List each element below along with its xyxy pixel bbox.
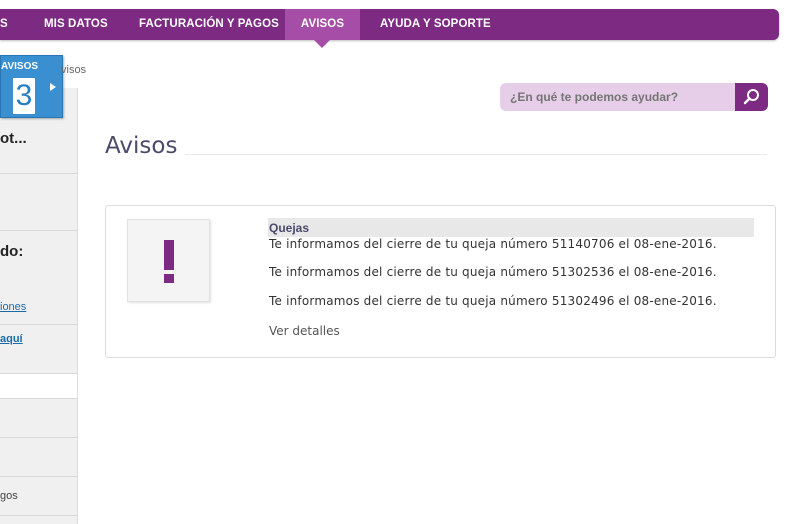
badge-label: AVISOS <box>1 61 39 72</box>
notice-message: Te informamos del cierre de tu queja núm… <box>269 237 717 251</box>
sidebar-item-label: do: <box>0 243 24 260</box>
exclamation-icon <box>127 219 210 302</box>
sidebar-link-aqui[interactable]: aquí <box>0 333 23 345</box>
category-title: Quejas <box>269 221 310 235</box>
sidebar-divider <box>0 476 77 477</box>
nav-item-facturacion[interactable]: FACTURACIÓN Y PAGOS <box>139 9 279 40</box>
breadcrumb[interactable]: visos <box>61 64 86 76</box>
nav-item-avisos[interactable]: AVISOS <box>285 9 360 40</box>
badge-count: 3 <box>13 78 35 114</box>
sidebar-item-pagos[interactable]: gos <box>0 490 18 502</box>
sidebar-divider <box>0 437 77 438</box>
search-button[interactable] <box>735 83 768 111</box>
search-input[interactable] <box>510 83 730 111</box>
avisos-badge[interactable]: AVISOS 3 <box>0 55 63 118</box>
notice-message: Te informamos del cierre de tu queja núm… <box>269 265 717 279</box>
nav-item-partial[interactable]: S <box>0 9 8 40</box>
nav-item-ayuda[interactable]: AYUDA Y SOPORTE <box>380 9 491 40</box>
title-divider <box>185 154 767 155</box>
category-header: Quejas <box>268 218 754 237</box>
sidebar-divider <box>0 230 77 231</box>
sidebar-gap <box>0 374 77 398</box>
details-link[interactable]: Ver detalles <box>269 324 340 338</box>
sidebar-item-name: ot... <box>0 130 27 147</box>
sidebar-divider <box>0 398 77 399</box>
sidebar-divider <box>0 324 77 325</box>
page-title: Avisos <box>105 133 178 159</box>
sidebar: ot... do: iones aquí gos <box>0 88 78 524</box>
play-arrow-icon <box>50 83 56 91</box>
sidebar-divider <box>0 515 77 516</box>
notice-message: Te informamos del cierre de tu queja núm… <box>269 294 717 308</box>
active-tab-pointer <box>314 40 330 48</box>
search-box <box>500 83 768 111</box>
nav-item-mis-datos[interactable]: MIS DATOS <box>44 9 108 40</box>
main-navigation: S MIS DATOS FACTURACIÓN Y PAGOS AVISOS A… <box>0 9 779 40</box>
notice-card: Quejas Te informamos del cierre de tu qu… <box>105 205 776 358</box>
sidebar-link-opciones[interactable]: iones <box>0 301 26 313</box>
sidebar-divider <box>0 173 77 174</box>
search-icon <box>743 89 759 105</box>
